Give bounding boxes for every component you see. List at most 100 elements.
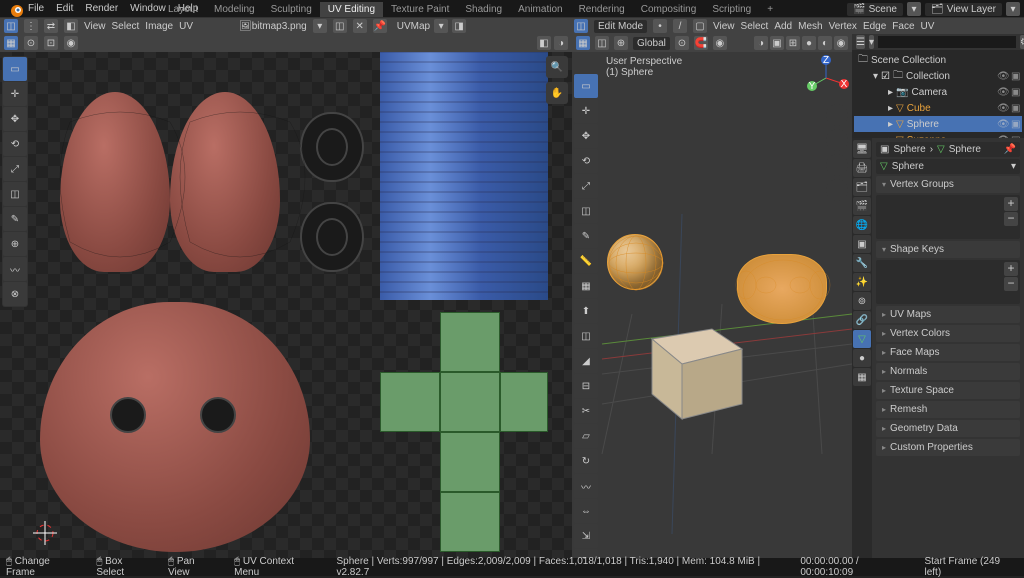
remove-button[interactable]: − [1004, 277, 1018, 291]
uv-sidebar-toggle-icon[interactable]: ◨ [452, 19, 466, 33]
prop-tab-output[interactable]: 🖨 [853, 159, 871, 177]
uv-display-icon[interactable]: ◧ [537, 36, 551, 50]
image-new-button[interactable]: ◫ [333, 19, 347, 33]
image-pin-button[interactable]: 📌 [373, 19, 387, 33]
uv-pivot-icon[interactable]: ⊙ [24, 36, 38, 50]
menu-file[interactable]: File [22, 1, 50, 16]
prop-tab-data[interactable]: ▽ [853, 330, 871, 348]
prop-tab-physics[interactable]: ⊚ [853, 292, 871, 310]
section-custom-properties[interactable]: Custom Properties [876, 439, 1020, 456]
menu-edit[interactable]: Edit [50, 1, 79, 16]
remove-button[interactable]: − [1004, 212, 1018, 226]
prop-tab-constraints[interactable]: 🔗 [853, 311, 871, 329]
vp-menu-view[interactable]: View [713, 21, 735, 32]
select-edge-icon[interactable]: / [673, 19, 687, 33]
select-face-icon[interactable]: ▢ [693, 19, 707, 33]
tab-scripting[interactable]: Scripting [704, 2, 759, 17]
3d-viewport[interactable]: ▦ ◫ ⊕ Global ⊙ 🧲 ◉ ◑ ▣ ⊞ ● ◐ ◉ User Pers… [572, 34, 852, 558]
section-normals[interactable]: Normals [876, 363, 1020, 380]
tree-collection[interactable]: ▾☑🗀Collection👁▣ [854, 68, 1022, 84]
tab-rendering[interactable]: Rendering [571, 2, 633, 17]
tab-compositing[interactable]: Compositing [633, 2, 705, 17]
prop-tab-render[interactable]: 🖥 [853, 140, 871, 158]
tab-shading[interactable]: Shading [457, 2, 510, 17]
nav-zoom-icon[interactable] [826, 104, 848, 126]
browse-icon[interactable]: ▾ [1011, 161, 1016, 172]
viewlayer-browse-button[interactable]: ▾ [1006, 2, 1020, 16]
select-vertex-icon[interactable]: • [653, 19, 667, 33]
outliner-filter-toggle-icon[interactable]: ⚙ [1020, 35, 1024, 49]
image-selector[interactable]: 🖼bitmap3.png [239, 21, 307, 32]
vp-menu-edge[interactable]: Edge [863, 21, 886, 32]
prop-tab-material[interactable]: ● [853, 349, 871, 367]
viewlayer-selector[interactable]: 🗂View Layer [925, 3, 1002, 16]
add-button[interactable]: + [1004, 197, 1018, 211]
prop-tab-viewlayer[interactable]: 🗂 [853, 178, 871, 196]
editor-type-3d-icon[interactable]: ◫ [574, 19, 588, 33]
section-uv-maps[interactable]: UV Maps [876, 306, 1020, 323]
nav-gizmo[interactable]: X Y Z [804, 56, 848, 100]
uv-menu-uv[interactable]: UV [179, 21, 193, 32]
uv-channels-icon[interactable]: ▾ [434, 19, 448, 33]
section-remesh[interactable]: Remesh [876, 401, 1020, 418]
prop-tab-texture[interactable]: ▦ [853, 368, 871, 386]
section-shape-keys[interactable]: Shape Keys [876, 241, 1020, 258]
tab-uv-editing[interactable]: UV Editing [320, 2, 383, 17]
section-texture-space[interactable]: Texture Space [876, 382, 1020, 399]
prop-tab-object[interactable]: ▣ [853, 235, 871, 253]
tree-item-sphere[interactable]: ▸▽Sphere👁▣ [854, 116, 1022, 132]
menu-render[interactable]: Render [79, 1, 124, 16]
prop-tab-particles[interactable]: ✨ [853, 273, 871, 291]
tab-animation[interactable]: Animation [510, 2, 570, 17]
scene-selector[interactable]: 🎬Scene [847, 3, 903, 16]
section-geometry-data[interactable]: Geometry Data [876, 420, 1020, 437]
prop-tab-modifiers[interactable]: 🔧 [853, 254, 871, 272]
vp-menu-uv[interactable]: UV [921, 21, 935, 32]
uv-overlay-icon[interactable]: ◑ [554, 36, 568, 50]
section-face-maps[interactable]: Face Maps [876, 344, 1020, 361]
image-unlink-button[interactable]: ✕ [353, 19, 367, 33]
uv-menu-select[interactable]: Select [112, 21, 140, 32]
outliner-filter-icon[interactable]: ▾ [869, 35, 874, 49]
uv-proportional-icon[interactable]: ◉ [64, 36, 78, 50]
prop-tab-scene[interactable]: 🎬 [853, 197, 871, 215]
editor-type-outliner-icon[interactable]: ☰ [856, 35, 865, 49]
vp-menu-face[interactable]: Face [892, 21, 914, 32]
uv-editor[interactable]: ▦ ⊙ ⊡ ◉ ◧ ◑ ▭ ✛ ✥ ⟲ ⤢ ◫ ✎ ⊕ 〰 ⊗ [0, 34, 572, 558]
mesh-sphere[interactable] [607, 234, 663, 290]
outliner-search-input[interactable] [878, 36, 1016, 48]
uv-pan-icon[interactable]: ✋ [546, 82, 568, 104]
tree-scene-collection[interactable]: 🗀Scene Collection [854, 52, 1022, 68]
tab-add[interactable]: + [759, 2, 781, 17]
outliner-tree[interactable]: 🗀Scene Collection ▾☑🗀Collection👁▣ ▸📷Came… [852, 50, 1024, 138]
uv-cursor-icon[interactable]: ▦ [4, 36, 18, 50]
mesh-cube[interactable] [632, 309, 722, 399]
tree-item-camera[interactable]: ▸📷Camera👁▣ [854, 84, 1022, 100]
vp-menu-add[interactable]: Add [774, 21, 792, 32]
vp-menu-mesh[interactable]: Mesh [798, 21, 822, 32]
uv-vertex-mode-icon[interactable]: ⋮ [24, 19, 38, 33]
tab-layout[interactable]: Layout [160, 2, 206, 17]
uv-zoom-icon[interactable]: 🔍 [546, 56, 568, 78]
pin-icon[interactable]: 📌 [1004, 144, 1016, 155]
add-button[interactable]: + [1004, 262, 1018, 276]
scene-browse-button[interactable]: ▾ [907, 2, 921, 16]
tree-item-cube[interactable]: ▸▽Cube👁▣ [854, 100, 1022, 116]
nav-perspective-icon[interactable] [826, 179, 848, 201]
uv-menu-view[interactable]: View [84, 21, 106, 32]
editor-type-uv-icon[interactable]: ◫ [4, 19, 18, 33]
uv-sticky-icon[interactable]: ◧ [64, 19, 78, 33]
uv-snap-icon[interactable]: ⊡ [44, 36, 58, 50]
tab-modeling[interactable]: Modeling [206, 2, 263, 17]
mesh-name-field[interactable]: ▽ Sphere ▾ [876, 159, 1020, 174]
nav-pan-icon[interactable] [826, 129, 848, 151]
vp-menu-vertex[interactable]: Vertex [829, 21, 857, 32]
section-vertex-colors[interactable]: Vertex Colors [876, 325, 1020, 342]
uv-menu-image[interactable]: Image [145, 21, 173, 32]
section-vertex-groups[interactable]: Vertex Groups [876, 176, 1020, 193]
tab-texture-paint[interactable]: Texture Paint [383, 2, 457, 17]
uv-sync-icon[interactable]: ⇄ [44, 19, 58, 33]
uvmap-selector[interactable]: UVMap [397, 21, 430, 32]
mode-selector[interactable]: Edit Mode [594, 20, 647, 33]
image-browse-button[interactable]: ▾ [313, 19, 327, 33]
